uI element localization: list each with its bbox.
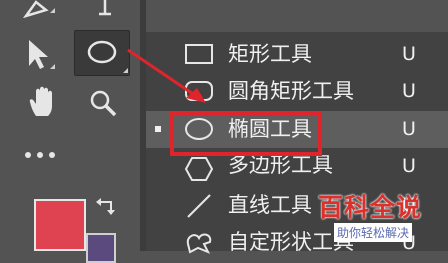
highlight-box bbox=[170, 112, 322, 156]
watermark-subtitle: 助你轻松解决 bbox=[334, 223, 413, 242]
watermark-title: 百科全说 bbox=[318, 193, 423, 222]
watermark: 百科全说 助你轻松解决 bbox=[318, 188, 446, 244]
